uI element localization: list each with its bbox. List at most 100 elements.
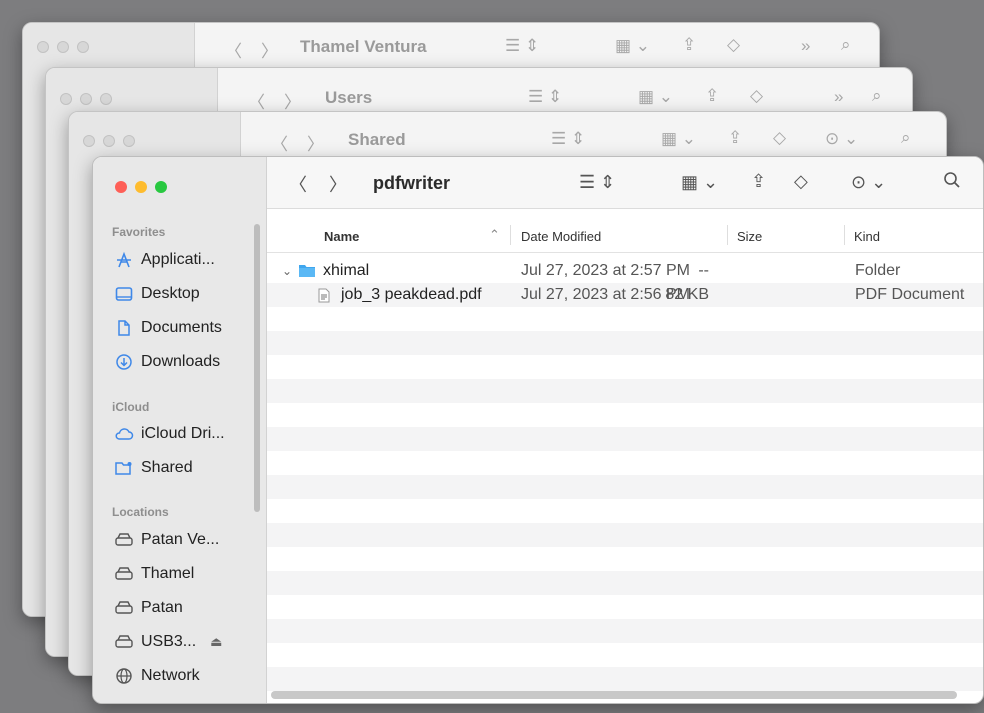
sidebar-item-documents[interactable]: Documents bbox=[113, 316, 222, 340]
minimize-button[interactable] bbox=[80, 93, 92, 105]
tag-icon[interactable]: ◇ bbox=[794, 171, 808, 192]
group-icon[interactable]: ▦ ⌄ bbox=[615, 36, 650, 56]
sidebar-item-patan-ventura[interactable]: Patan Ve... bbox=[113, 528, 219, 552]
sidebar-item-network[interactable]: Network bbox=[113, 664, 200, 688]
back-icon[interactable]: 〈 bbox=[271, 130, 288, 155]
pdf-file-icon bbox=[318, 288, 330, 308]
more-icon[interactable]: » bbox=[834, 87, 843, 107]
group-icon[interactable]: ▦ ⌄ bbox=[681, 172, 718, 193]
sidebar-item-shared[interactable]: Shared bbox=[113, 456, 193, 480]
more-actions-icon[interactable]: ⊙ ⌄ bbox=[851, 172, 886, 193]
traffic-lights bbox=[115, 181, 167, 193]
tag-icon[interactable]: ◇ bbox=[773, 128, 786, 148]
more-icon[interactable]: » bbox=[801, 36, 810, 56]
search-icon[interactable]: ⌕ bbox=[901, 128, 911, 148]
column-separator bbox=[510, 225, 511, 245]
column-header: Name ⌃ Date Modified Size Kind bbox=[267, 209, 983, 253]
close-button[interactable] bbox=[83, 135, 95, 147]
forward-icon[interactable]: 〉 bbox=[284, 88, 301, 113]
zoom-button[interactable] bbox=[123, 135, 135, 147]
group-icon[interactable]: ▦ ⌄ bbox=[638, 87, 673, 107]
shared-folder-icon bbox=[113, 457, 135, 479]
back-icon[interactable]: 〈 bbox=[289, 171, 307, 197]
close-button[interactable] bbox=[60, 93, 72, 105]
sidebar-item-label: iCloud Dri... bbox=[141, 425, 225, 442]
sidebar-item-label: Patan bbox=[141, 599, 183, 616]
file-kind: PDF Document bbox=[855, 286, 965, 303]
close-button[interactable] bbox=[37, 41, 49, 53]
minimize-button[interactable] bbox=[135, 181, 147, 193]
finder-window-main[interactable]: Favorites Applicati... Desktop Documents… bbox=[92, 156, 984, 704]
sidebar-scrollbar[interactable] bbox=[254, 224, 260, 512]
sidebar-item-usb3[interactable]: USB3... ⏏ bbox=[113, 630, 222, 654]
sidebar-item-label: Desktop bbox=[141, 285, 200, 302]
documents-icon bbox=[113, 317, 135, 339]
sidebar-item-label: Shared bbox=[141, 459, 193, 476]
list-view-icon[interactable]: ☰ ⇕ bbox=[579, 172, 615, 193]
empty-row bbox=[267, 523, 983, 547]
sidebar-item-applications[interactable]: Applicati... bbox=[113, 248, 215, 272]
close-button[interactable] bbox=[115, 181, 127, 193]
toolbar: 〈 〉 Thamel Ventura ☰ ⇕ ▦ ⌄ ⇪ ◇ » ⌕ bbox=[195, 23, 879, 71]
column-name[interactable]: Name bbox=[324, 229, 359, 244]
traffic-lights bbox=[60, 93, 112, 105]
file-name: xhimal bbox=[323, 262, 370, 279]
empty-row bbox=[267, 427, 983, 451]
more-icon[interactable]: ⊙ ⌄ bbox=[825, 129, 858, 149]
share-icon[interactable]: ⇪ bbox=[705, 86, 719, 106]
tag-icon[interactable]: ◇ bbox=[727, 35, 740, 55]
tag-icon[interactable]: ◇ bbox=[750, 86, 763, 106]
sort-ascending-icon[interactable]: ⌃ bbox=[489, 227, 500, 243]
forward-icon[interactable]: 〉 bbox=[307, 130, 324, 155]
list-view-icon[interactable]: ☰ ⇕ bbox=[505, 36, 539, 56]
network-icon bbox=[113, 665, 135, 687]
column-kind[interactable]: Kind bbox=[854, 229, 880, 244]
file-kind: Folder bbox=[855, 262, 901, 279]
sidebar-section-icloud: iCloud bbox=[112, 400, 150, 414]
search-icon[interactable]: ⌕ bbox=[872, 86, 882, 106]
back-icon[interactable]: 〈 bbox=[248, 88, 265, 113]
sidebar-item-icloud-drive[interactable]: iCloud Dri... bbox=[113, 422, 225, 446]
disclosure-chevron-icon[interactable]: ⌄ bbox=[282, 264, 292, 278]
back-icon[interactable]: 〈 bbox=[225, 37, 242, 62]
search-icon[interactable]: ⌕ bbox=[841, 35, 851, 55]
column-size[interactable]: Size bbox=[737, 229, 762, 244]
empty-row bbox=[267, 619, 983, 643]
sidebar-item-label: Patan Ve... bbox=[141, 531, 220, 548]
sidebar-item-patan[interactable]: Patan bbox=[113, 596, 183, 620]
sidebar-section-favorites: Favorites bbox=[112, 225, 166, 239]
zoom-button[interactable] bbox=[100, 93, 112, 105]
desktop-icon bbox=[113, 283, 135, 305]
sidebar-item-label: USB3... bbox=[141, 633, 197, 650]
toolbar: 〈 〉 Users ☰ ⇕ ▦ ⌄ ⇪ ◇ » ⌕ bbox=[218, 68, 912, 116]
share-icon[interactable]: ⇪ bbox=[751, 171, 766, 192]
traffic-lights bbox=[37, 41, 89, 53]
zoom-button[interactable] bbox=[77, 41, 89, 53]
sidebar-item-thamel[interactable]: Thamel bbox=[113, 562, 194, 586]
external-disk-icon bbox=[113, 631, 135, 653]
table-row[interactable]: job_3 peakdead.pdf Jul 27, 2023 at 2:56 … bbox=[267, 283, 983, 307]
eject-icon[interactable]: ⏏ bbox=[210, 634, 222, 650]
share-icon[interactable]: ⇪ bbox=[728, 128, 742, 148]
disk-icon bbox=[113, 597, 135, 619]
forward-icon[interactable]: 〉 bbox=[261, 37, 278, 62]
sidebar-section-locations: Locations bbox=[112, 505, 169, 519]
minimize-button[interactable] bbox=[103, 135, 115, 147]
share-icon[interactable]: ⇪ bbox=[682, 35, 696, 55]
window-title: Shared bbox=[348, 130, 406, 149]
column-date-modified[interactable]: Date Modified bbox=[521, 229, 601, 244]
group-icon[interactable]: ▦ ⌄ bbox=[661, 129, 696, 149]
sidebar-item-desktop[interactable]: Desktop bbox=[113, 282, 200, 306]
forward-icon[interactable]: 〉 bbox=[329, 171, 347, 197]
sidebar-item-label: Network bbox=[141, 667, 200, 684]
window-title: Thamel Ventura bbox=[300, 37, 427, 56]
minimize-button[interactable] bbox=[57, 41, 69, 53]
sidebar: Favorites Applicati... Desktop Documents… bbox=[93, 157, 267, 703]
horizontal-scrollbar[interactable] bbox=[271, 691, 957, 699]
table-row[interactable]: ⌄ xhimal Jul 27, 2023 at 2:57 PM -- Fold… bbox=[267, 259, 983, 283]
list-view-icon[interactable]: ☰ ⇕ bbox=[551, 129, 585, 149]
zoom-button[interactable] bbox=[155, 181, 167, 193]
sidebar-item-downloads[interactable]: Downloads bbox=[113, 350, 220, 374]
search-icon[interactable] bbox=[943, 171, 961, 194]
list-view-icon[interactable]: ☰ ⇕ bbox=[528, 87, 562, 107]
